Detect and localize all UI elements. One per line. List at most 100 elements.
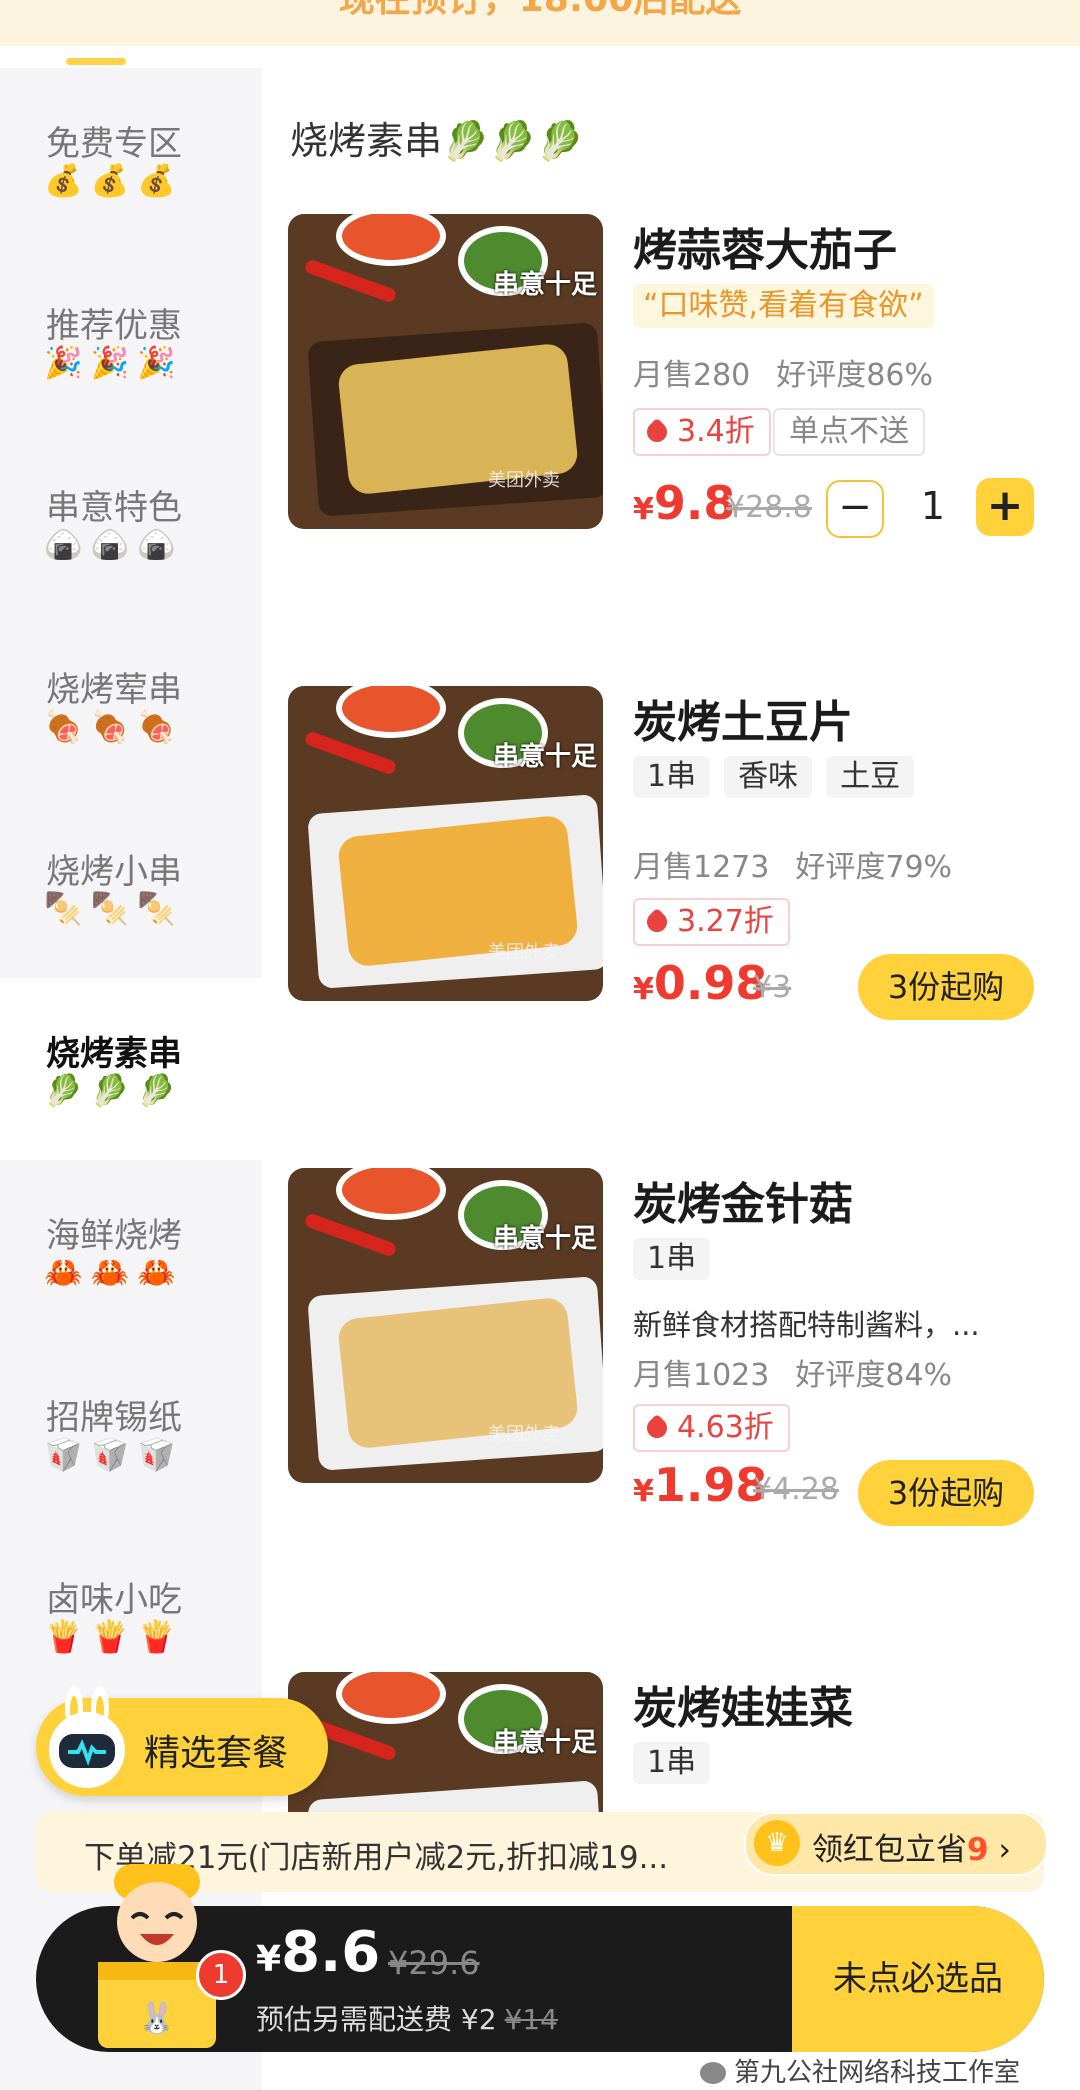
sidebar-item-label: 海鲜烧烤 [46, 1216, 182, 1256]
price-value: 0.98 [653, 956, 768, 1010]
sidebar-item-label: 烧烤小串 [46, 852, 182, 892]
discount-text: 4.63折 [677, 1410, 774, 1445]
delivery-fee: 预估另需配送费 ¥2 ¥14 [256, 1998, 558, 2038]
product-card[interactable]: 串意十足 美团外卖 炭烤土豆片 1串 香味 土豆 月售1273 好评度79% 3.27… [288, 686, 1068, 1020]
product-tag: 1串 [633, 756, 711, 798]
increase-quantity-button[interactable]: + [976, 478, 1034, 536]
monthly-sales: 月售280 [633, 358, 751, 393]
product-tags: 1串 [633, 1742, 724, 1784]
delivery-fee-original: ¥14 [504, 2003, 558, 2036]
svg-text:🐰: 🐰 [138, 2000, 175, 2036]
price-tag-icon [642, 907, 672, 937]
original-price: ¥28.8 [726, 490, 812, 525]
no-single-delivery-badge: 单点不送 [773, 408, 925, 456]
image-watermark: 美团外卖 [488, 470, 560, 491]
fries-icon: 🍟🍟🍟 [44, 1619, 184, 1655]
currency-symbol: ¥ [256, 1939, 282, 1980]
monthly-sales: 月售1023 [633, 1358, 770, 1393]
product-tag: 香味 [724, 756, 813, 798]
sidebar-item-braised-snacks[interactable]: 卤味小吃 🍟🍟🍟 [0, 1524, 262, 1706]
sidebar-item-specialty[interactable]: 串意特色 🍙🍙🍙 [0, 432, 262, 614]
original-price: ¥4.28 [753, 1472, 839, 1507]
image-brand: 串意十足 [493, 1224, 598, 1254]
sidebar-item-label: 免费专区 [46, 124, 182, 164]
product-image[interactable]: 串意十足 美团外卖 [288, 214, 603, 529]
product-image[interactable]: 串意十足 美团外卖 [288, 686, 603, 1001]
image-brand: 串意十足 [493, 742, 598, 772]
sidebar-item-label: 招牌锡纸 [46, 1398, 182, 1438]
rating: 好评度86% [776, 358, 933, 393]
product-price: ¥9.8 [633, 476, 735, 530]
wechat-icon [700, 2062, 726, 2084]
sidebar-item-veg-skewers[interactable]: 烧烤素串 🥬🥬🥬 [0, 978, 262, 1160]
product-tag: 1串 [633, 1742, 711, 1784]
sidebar-item-small-skewers[interactable]: 烧烤小串 🍢🍢🍢 [0, 796, 262, 978]
currency-symbol: ¥ [633, 1474, 654, 1509]
quantity-value: 1 [920, 484, 946, 528]
sidebar-item-meat-skewers[interactable]: 烧烤荤串 🍖🍖🍖 [0, 614, 262, 796]
image-dip [336, 1168, 446, 1220]
cart-count-badge: 1 [196, 1950, 246, 2000]
product-name: 炭烤土豆片 [633, 697, 853, 748]
preorder-text: 现在预订，18:00后配送 [0, 0, 1080, 22]
product-slogan: “口味赞,看着有食欲” [633, 284, 934, 328]
product-tags: 1串 [633, 1238, 724, 1280]
image-dip [336, 214, 446, 266]
product-image[interactable]: 串意十足 美团外卖 [288, 1168, 603, 1483]
product-stats: 月售1023 好评度84% [633, 1350, 952, 1394]
sidebar-item-label: 烧烤荤串 [46, 670, 182, 710]
product-description: 新鲜食材搭配特制酱料，... [633, 1308, 980, 1342]
product-card[interactable]: 串意十足 炭烤娃娃菜 1串 [288, 1672, 1068, 1832]
section-title: 烧烤素串🥬🥬🥬 [290, 119, 584, 163]
currency-symbol: ¥ [633, 972, 654, 1007]
sidebar-item-free[interactable]: 免费专区 💰💰💰 [0, 68, 262, 250]
sidebar-item-label: 烧烤素串 [46, 1034, 182, 1074]
sidebar-item-seafood[interactable]: 海鲜烧烤 🦀🦀🦀 [0, 1160, 262, 1342]
discount-text: 3.4折 [677, 414, 755, 449]
product-image[interactable]: 串意十足 [288, 1672, 603, 1832]
meat-icon: 🍖🍖🍖 [44, 709, 184, 745]
rice-ball-icon: 🍙🍙🍙 [44, 527, 184, 563]
delivery-fee-text: 预估另需配送费 ¥2 [256, 2003, 497, 2036]
featured-set-meal-label: 精选套餐 [144, 1733, 289, 1774]
leafy-green-icon: 🥬🥬🥬 [44, 1073, 184, 1109]
tab-indicator [66, 58, 126, 65]
discount-badge: 4.63折 [633, 1404, 790, 1452]
price-value: 9.8 [653, 476, 736, 530]
product-price: ¥1.98 [633, 1458, 767, 1512]
oden-icon: 🍢🍢🍢 [44, 891, 184, 927]
crown-icon: ♛ [754, 1820, 800, 1866]
chevron-right-icon: › [998, 1832, 1011, 1868]
sidebar-item-label: 串意特色 [46, 488, 182, 528]
red-packet-text: 领红包立省 [812, 1832, 967, 1868]
product-tag: 土豆 [826, 756, 915, 798]
price-tag-icon [642, 417, 672, 447]
sidebar-item-label: 推荐优惠 [46, 306, 182, 346]
product-card[interactable]: 串意十足 美团外卖 烤蒜蓉大茄子 “口味赞,看着有食欲” 月售280 好评度86%… [288, 214, 1068, 538]
sidebar-item-foil[interactable]: 招牌锡纸 🥡🥡🥡 [0, 1342, 262, 1524]
featured-set-meal-button[interactable]: 精选套餐 [36, 1686, 328, 1796]
decrease-quantity-button[interactable]: − [826, 480, 884, 538]
product-name: 炭烤金针菇 [633, 1179, 853, 1230]
party-popper-icon: 🎉🎉🎉 [44, 345, 184, 381]
discount-badge: 3.27折 [633, 898, 790, 946]
product-card[interactable]: 串意十足 美团外卖 炭烤金针菇 1串 新鲜食材搭配特制酱料，... 月售1023… [288, 1168, 1068, 1526]
crab-icon: 🦀🦀🦀 [44, 1255, 184, 1291]
product-tags: 1串 香味 土豆 [633, 756, 928, 798]
red-packet-label: 领红包立省9 › [812, 1824, 1011, 1869]
checkout-button[interactable]: 未点必选品 [792, 1906, 1044, 2052]
product-name: 炭烤娃娃菜 [633, 1683, 853, 1734]
price-tag-icon [642, 1413, 672, 1443]
discount-badge: 3.4折 [633, 408, 771, 456]
minimum-purchase-button[interactable]: 3份起购 [858, 1460, 1034, 1526]
claim-red-packet-button[interactable]: ♛ 领红包立省9 › [744, 1812, 1048, 1876]
delivery-mascot-cart-icon[interactable]: 🐰 [92, 1860, 222, 2050]
product-tag: 1串 [633, 1238, 711, 1280]
cart-total: ¥8.6 [256, 1920, 380, 1985]
currency-symbol: ¥ [633, 492, 654, 527]
minimum-purchase-button[interactable]: 3份起购 [858, 954, 1034, 1020]
watermark-text: 第九公社网络科技工作室 [734, 2058, 1021, 2088]
original-price: ¥3 [753, 970, 792, 1005]
red-packet-amount: 9 [967, 1832, 989, 1868]
sidebar-item-recommend[interactable]: 推荐优惠 🎉🎉🎉 [0, 250, 262, 432]
